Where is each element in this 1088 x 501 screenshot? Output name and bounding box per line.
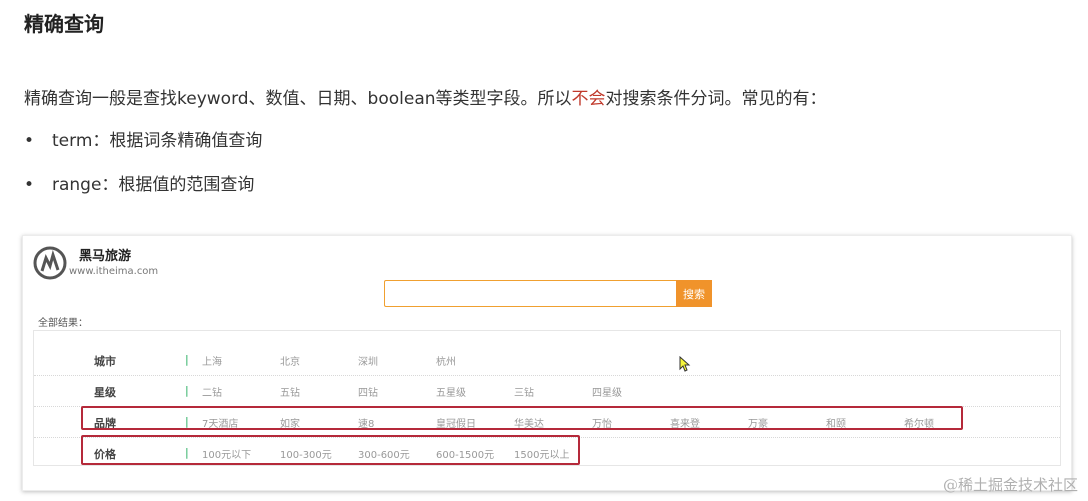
horse-logo-icon bbox=[33, 246, 67, 280]
filter-options: 二钻 五钻 四钻 五星级 三钻 四星级 bbox=[202, 384, 670, 399]
filter-options: 上海 北京 深圳 杭州 bbox=[202, 353, 514, 368]
bullet-term: • term：根据词条精确值查询 bbox=[24, 126, 262, 151]
all-results-label: 全部结果： bbox=[38, 318, 88, 329]
filter-separator: | bbox=[185, 353, 189, 366]
filter-option[interactable]: 四钻 bbox=[358, 384, 436, 399]
search-button[interactable]: 搜索 bbox=[676, 280, 712, 307]
intro-emphasis: 不会 bbox=[571, 89, 606, 109]
bullet-marker: • bbox=[24, 131, 35, 151]
filter-separator: | bbox=[185, 384, 189, 397]
brand-name: 黑马旅游 bbox=[79, 249, 132, 264]
price-row-highlight bbox=[81, 435, 580, 465]
filter-option[interactable]: 五钻 bbox=[280, 384, 358, 399]
intro-suffix: 对搜索条件分词。常见的有： bbox=[605, 89, 827, 109]
intro-prefix: 精确查询一般是查找keyword、数值、日期、boolean等类型字段。所以 bbox=[24, 89, 572, 109]
watermark: @稀土掘金技术社区 bbox=[942, 476, 1078, 494]
app-screenshot: 黑马旅游 www.itheima.com 搜索 全部结果： 城市 | 上海 北京深… bbox=[22, 235, 1072, 491]
filter-label: 星级 bbox=[94, 386, 116, 399]
doc-title: 精确查询 bbox=[24, 12, 104, 36]
bullet-range: • range：根据值的范围查询 bbox=[24, 170, 254, 195]
bullet-text: term：根据词条精确值查询 bbox=[52, 131, 263, 151]
filter-option[interactable]: 五星级 bbox=[436, 384, 514, 399]
brand-url: www.itheima.com bbox=[69, 266, 159, 277]
filter-row-city: 城市 | 上海 北京 深圳 杭州 bbox=[34, 345, 1060, 376]
intro-paragraph: 精确查询一般是查找keyword、数值、日期、boolean等类型字段。所以不会… bbox=[24, 84, 827, 109]
filter-label: 城市 bbox=[94, 355, 116, 368]
mouse-cursor-icon bbox=[679, 356, 691, 372]
bullet-marker: • bbox=[24, 175, 35, 195]
filter-option[interactable]: 北京 bbox=[280, 353, 358, 368]
bullet-text: range：根据值的范围查询 bbox=[52, 175, 255, 195]
filter-option[interactable]: 三钻 bbox=[514, 384, 592, 399]
filter-option[interactable]: 上海 bbox=[202, 353, 280, 368]
filter-option[interactable]: 深圳 bbox=[358, 353, 436, 368]
filter-option[interactable]: 二钻 bbox=[202, 384, 280, 399]
filter-option[interactable]: 杭州 bbox=[436, 353, 514, 368]
filter-option[interactable]: 四星级 bbox=[592, 384, 670, 399]
brand-row-highlight bbox=[81, 406, 963, 430]
filter-row-star: 星级 | 二钻 五钻 四钻 五星级 三钻 四星级 bbox=[34, 376, 1060, 407]
search-input[interactable] bbox=[384, 280, 676, 307]
